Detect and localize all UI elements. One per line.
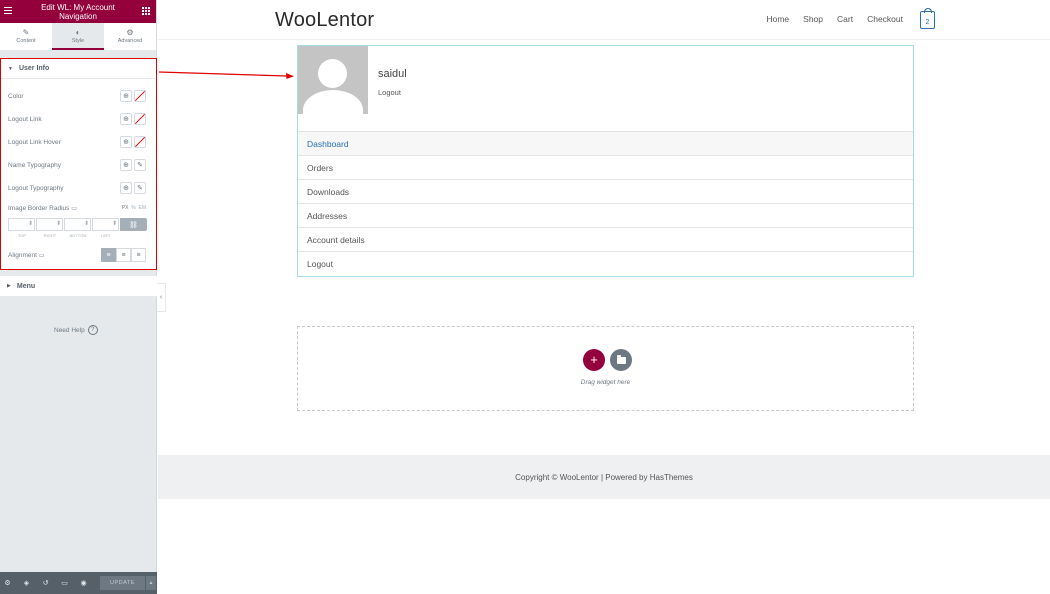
section-user-info-header[interactable]: ▼ User Info [1, 59, 156, 79]
caret-down-icon: ▼ [8, 65, 13, 72]
globe-icon[interactable]: ⊕ [120, 182, 132, 194]
widget-dropzone[interactable]: + Drag widget here [297, 326, 914, 411]
hamburger-icon[interactable] [4, 7, 12, 15]
radius-right-input[interactable] [36, 218, 63, 231]
layers-icon[interactable]: ◈ [22, 579, 31, 587]
user-logout-link[interactable]: Logout [378, 88, 401, 97]
nav-shop[interactable]: Shop [803, 14, 823, 24]
collapse-panel-icon[interactable]: ‹ [157, 283, 166, 312]
tab-advanced[interactable]: ⚙ Advanced [104, 23, 156, 50]
editor-panel: Edit WL: My Account Navigation ✎ Content… [0, 0, 157, 594]
my-account-widget: saidul Logout Dashboard Orders Downloads… [297, 45, 914, 277]
control-logout-link-hover: Logout Link Hover ⊕ [8, 135, 146, 149]
link-values-icon[interactable]: ⛓ [120, 218, 147, 231]
globe-icon[interactable]: ⊕ [120, 136, 132, 148]
main-nav: Home Shop Cart Checkout [766, 14, 903, 24]
account-menu-addresses[interactable]: Addresses [298, 203, 913, 227]
border-radius-inputs: ⛓ [8, 218, 148, 231]
dimension-labels: TOP RIGHT BOTTOM LEFT [17, 233, 111, 238]
caret-right-icon: ▶ [7, 283, 11, 289]
question-icon: ? [87, 325, 98, 335]
account-menu: Dashboard Orders Downloads Addresses Acc… [298, 131, 913, 275]
edit-pencil-icon[interactable]: ✎ [134, 159, 146, 171]
account-menu-orders[interactable]: Orders [298, 155, 913, 179]
account-menu-downloads[interactable]: Downloads [298, 179, 913, 203]
responsive-icon[interactable]: ▭ [60, 579, 69, 587]
align-center-icon[interactable]: ≡ [116, 248, 131, 262]
color-picker-button[interactable] [134, 136, 146, 148]
avatar [298, 46, 368, 114]
update-options-icon[interactable]: ▲ [145, 576, 156, 590]
section-menu-header[interactable]: ▶ Menu [0, 276, 157, 297]
widgets-grid-icon[interactable] [142, 7, 150, 15]
site-header: WooLentor Home Shop Cart Checkout 2 [158, 0, 1050, 40]
folder-icon [616, 354, 626, 364]
panel-footer: ⚙ ◈ ↺ ▭ ◉ UPDATE ▲ [0, 572, 157, 594]
history-icon[interactable]: ↺ [41, 579, 50, 587]
template-library-button[interactable] [610, 349, 632, 371]
half-circle-icon: ◐ [75, 28, 81, 37]
unit-switcher[interactable]: PX % EM [122, 205, 146, 211]
account-menu-logout[interactable]: Logout [298, 251, 913, 275]
radius-top-input[interactable] [8, 218, 35, 231]
globe-icon[interactable]: ⊕ [120, 113, 132, 125]
align-left-icon[interactable]: ≡ [101, 248, 116, 262]
cart-bag-icon[interactable]: 2 [920, 8, 935, 29]
site-logo[interactable]: WooLentor [275, 9, 374, 32]
section-user-info: ▼ User Info Color ⊕ Logout Link ⊕ Logout… [0, 58, 157, 270]
account-menu-dashboard[interactable]: Dashboard [298, 131, 913, 155]
radius-bottom-input[interactable] [64, 218, 91, 231]
globe-icon[interactable]: ⊕ [120, 90, 132, 102]
nav-cart[interactable]: Cart [837, 14, 853, 24]
color-picker-button[interactable] [134, 113, 146, 125]
edit-pencil-icon[interactable]: ✎ [134, 182, 146, 194]
color-picker-button[interactable] [134, 90, 146, 102]
control-color: Color ⊕ [8, 89, 146, 103]
nav-checkout[interactable]: Checkout [867, 14, 903, 24]
control-logout-typography: Logout Typography ⊕ ✎ [8, 181, 146, 195]
update-button[interactable]: UPDATE [100, 576, 145, 590]
panel-header: Edit WL: My Account Navigation [0, 0, 156, 23]
pencil-icon: ✎ [22, 28, 30, 37]
settings-gear-icon[interactable]: ⚙ [3, 579, 12, 587]
desktop-icon[interactable]: ▭ [39, 253, 45, 259]
preview-eye-icon[interactable]: ◉ [79, 579, 88, 587]
globe-icon[interactable]: ⊕ [120, 159, 132, 171]
nav-home[interactable]: Home [766, 14, 789, 24]
panel-tabs: ✎ Content ◐ Style ⚙ Advanced [0, 23, 156, 51]
cart-count: 2 [925, 19, 930, 26]
annotation-arrow [158, 71, 294, 79]
control-logout-link: Logout Link ⊕ [8, 112, 146, 126]
control-name-typography: Name Typography ⊕ ✎ [8, 158, 146, 172]
tab-style[interactable]: ◐ Style [52, 23, 104, 50]
align-right-icon[interactable]: ≡ [131, 248, 146, 262]
footer-copyright: Copyright © WooLentor | Powered by HasTh… [515, 472, 693, 482]
account-menu-account-details[interactable]: Account details [298, 227, 913, 251]
desktop-icon[interactable]: ▭ [71, 206, 77, 212]
panel-title: Edit WL: My Account Navigation [41, 2, 115, 21]
dropzone-text: Drag widget here [580, 379, 631, 386]
add-section-button[interactable]: + [583, 349, 605, 371]
tab-content[interactable]: ✎ Content [0, 23, 52, 50]
user-name: saidul [378, 68, 407, 80]
gear-icon: ⚙ [126, 28, 134, 37]
site-footer: Copyright © WooLentor | Powered by HasTh… [158, 455, 1050, 499]
radius-left-input[interactable] [92, 218, 119, 231]
need-help-link[interactable]: Need Help ? [54, 325, 98, 335]
control-alignment: Alignment ▭ ≡ ≡ ≡ [8, 248, 146, 262]
